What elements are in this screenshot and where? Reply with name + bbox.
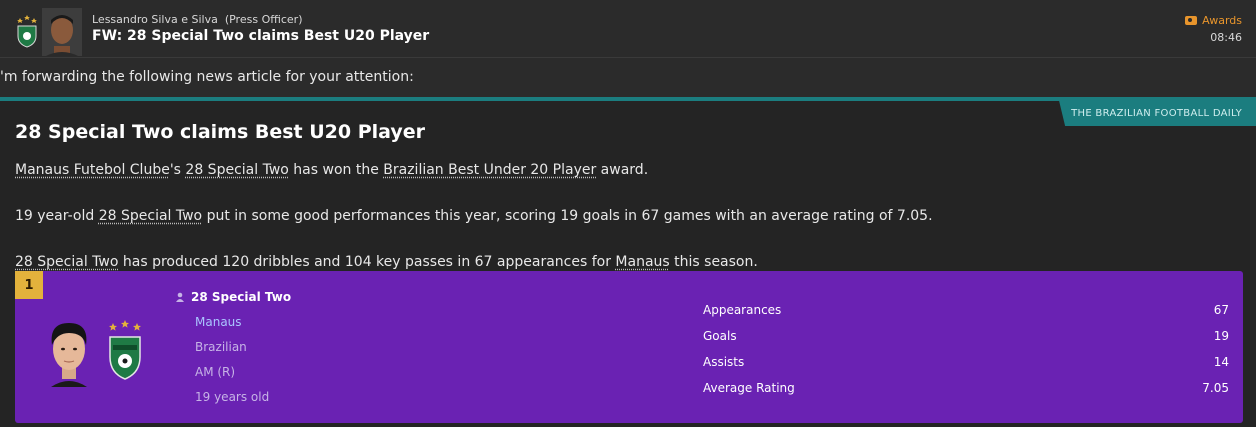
article-headline: 28 Special Two claims Best U20 Player: [15, 121, 426, 143]
sender-avatar[interactable]: [42, 8, 82, 56]
stat-value: 19: [1213, 329, 1229, 343]
news-source-label: THE BRAZILIAN FOOTBALL DAILY: [1059, 101, 1256, 126]
message-subject: FW: 28 Special Two claims Best U20 Playe…: [92, 28, 430, 44]
text-fragment: put in some good performances this year,…: [202, 208, 933, 224]
stat-value: 67: [1213, 303, 1229, 317]
club-crest-icon[interactable]: [107, 319, 143, 381]
text-fragment: 19 year-old: [15, 208, 99, 224]
stat-row-average-rating: Average Rating 7.05: [703, 375, 1229, 401]
sender-name[interactable]: Lessandro Silva e Silva: [92, 13, 218, 26]
club-link[interactable]: Manaus: [615, 254, 669, 270]
message-time: 08:46: [1210, 31, 1242, 44]
article-paragraph-1: Manaus Futebol Clube's 28 Special Two ha…: [15, 162, 648, 178]
player-nationality: Brazilian: [195, 340, 247, 354]
article-paragraph-3: 28 Special Two has produced 120 dribbles…: [15, 254, 758, 270]
stat-row-assists: Assists 14: [703, 349, 1229, 375]
player-stats-table: Appearances 67 Goals 19 Assists 14 Avera…: [703, 297, 1229, 401]
text-fragment: award.: [596, 162, 649, 178]
message-header: Lessandro Silva e Silva (Press Officer) …: [0, 0, 1256, 58]
text-fragment: has produced 120 dribbles and 104 key pa…: [118, 254, 616, 270]
stat-label: Appearances: [703, 303, 782, 317]
sender-role: (Press Officer): [224, 13, 303, 26]
player-link[interactable]: 28 Special Two: [15, 254, 118, 270]
intro-text: 'm forwarding the following news article…: [0, 69, 414, 85]
club-link[interactable]: Manaus Futebol Clube: [15, 162, 170, 178]
club-badge-icon[interactable]: [16, 14, 38, 48]
person-icon: [176, 292, 184, 302]
text-fragment: has won the: [288, 162, 384, 178]
tag-label: Awards: [1202, 14, 1242, 27]
player-name-row[interactable]: 28 Special Two: [175, 290, 291, 304]
category-tag[interactable]: Awards: [1185, 14, 1242, 27]
stat-row-appearances: Appearances 67: [703, 297, 1229, 323]
player-portrait[interactable]: [41, 315, 97, 387]
stat-value: 14: [1213, 355, 1229, 369]
player-link[interactable]: 28 Special Two: [99, 208, 202, 224]
player-age: 19 years old: [195, 390, 270, 404]
stat-row-goals: Goals 19: [703, 323, 1229, 349]
player-name: 28 Special Two: [191, 290, 292, 304]
text-fragment: 's: [169, 162, 186, 178]
text-fragment: this season.: [669, 254, 758, 270]
player-link[interactable]: 28 Special Two: [185, 162, 288, 178]
player-position: AM (R): [195, 365, 236, 379]
stat-label: Assists: [703, 355, 745, 369]
stat-label: Average Rating: [703, 381, 795, 395]
player-award-card: 1 28 Special Two Manaus Brazilian AM (R)…: [15, 271, 1243, 423]
stat-value: 7.05: [1202, 381, 1229, 395]
rank-badge: 1: [15, 271, 43, 299]
player-club-link[interactable]: Manaus: [195, 315, 242, 329]
award-link[interactable]: Brazilian Best Under 20 Player: [383, 162, 596, 178]
article-paragraph-2: 19 year-old 28 Special Two put in some g…: [15, 208, 933, 224]
ticket-icon: [1185, 16, 1198, 25]
stat-label: Goals: [703, 329, 737, 343]
sender-line: Lessandro Silva e Silva (Press Officer): [92, 13, 303, 26]
